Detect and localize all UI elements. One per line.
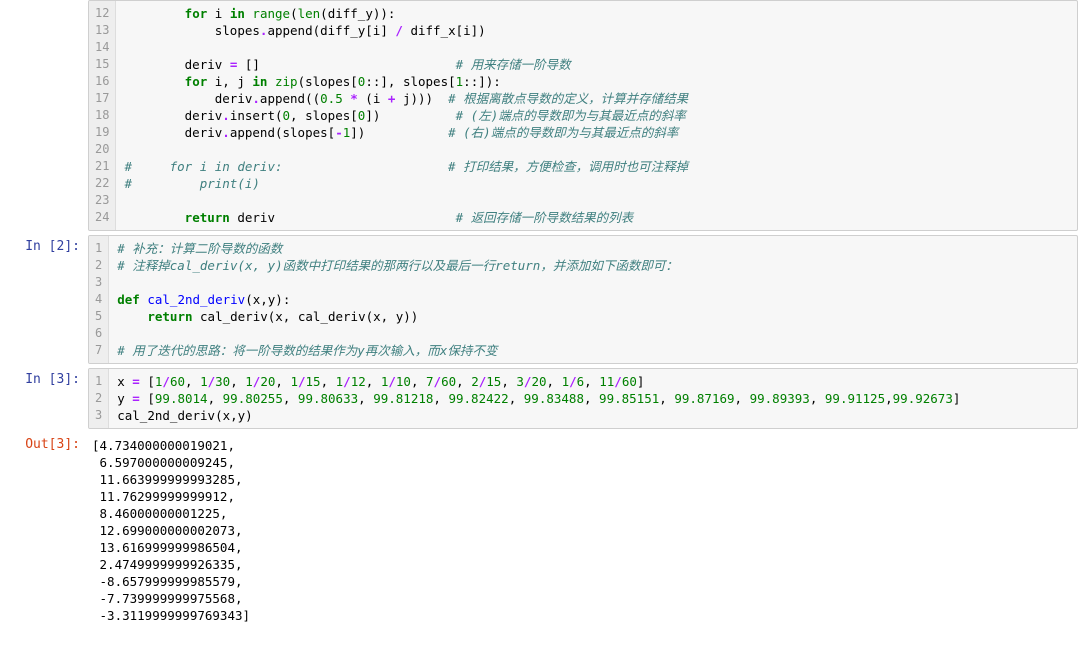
output-content: [4.734000000019021, 6.597000000009245, 1… [88,433,1078,628]
code-cell: 12 13 14 15 16 17 18 19 20 21 22 23 24 f… [0,0,1078,231]
code-content[interactable]: x = [1/60, 1/30, 1/20, 1/15, 1/12, 1/10,… [109,369,1077,428]
code-cell: In [2]:1 2 3 4 5 6 7# 补充：计算二阶导数的函数 # 注释掉… [0,235,1078,364]
notebook: 12 13 14 15 16 17 18 19 20 21 22 23 24 f… [0,0,1086,628]
output-cell: Out[3]:[4.734000000019021, 6.59700000000… [0,433,1078,628]
code-input-area[interactable]: 12 13 14 15 16 17 18 19 20 21 22 23 24 f… [88,0,1078,231]
code-cell: In [3]:1 2 3x = [1/60, 1/30, 1/20, 1/15,… [0,368,1078,429]
line-number-gutter: 12 13 14 15 16 17 18 19 20 21 22 23 24 [89,1,116,230]
input-prompt [0,0,88,4]
input-prompt: In [3]: [0,368,88,387]
line-number-gutter: 1 2 3 [89,369,109,428]
code-content[interactable]: for i in range(len(diff_y)): slopes.appe… [116,1,1077,230]
code-input-area[interactable]: 1 2 3x = [1/60, 1/30, 1/20, 1/15, 1/12, … [88,368,1078,429]
code-input-area[interactable]: 1 2 3 4 5 6 7# 补充：计算二阶导数的函数 # 注释掉cal_der… [88,235,1078,364]
input-prompt: In [2]: [0,235,88,254]
line-number-gutter: 1 2 3 4 5 6 7 [89,236,109,363]
output-prompt: Out[3]: [0,433,88,452]
code-content[interactable]: # 补充：计算二阶导数的函数 # 注释掉cal_deriv(x, y)函数中打印… [109,236,1077,363]
